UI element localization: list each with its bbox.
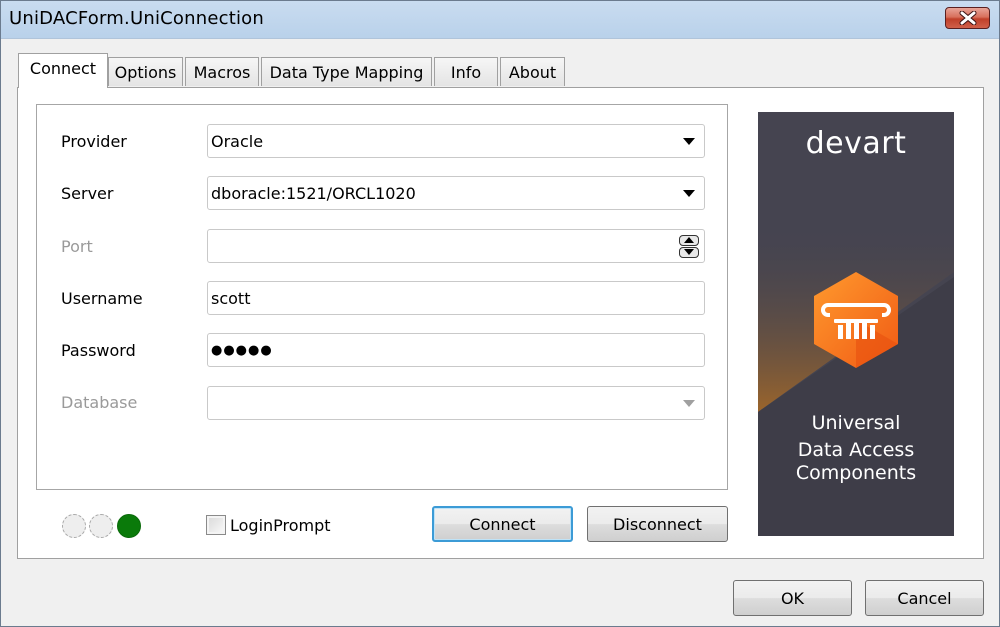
tab-macros[interactable]: Macros	[185, 57, 259, 86]
connection-settings-group: Provider Oracle Server dboracle:1521/ORC…	[36, 104, 728, 490]
close-button[interactable]	[945, 7, 990, 29]
tab-label: Options	[114, 62, 177, 82]
server-label: Server	[61, 184, 114, 203]
arrow-up-icon	[684, 237, 694, 243]
server-value: dboracle:1521/ORCL1020	[211, 183, 416, 203]
tab-connect[interactable]: Connect	[18, 53, 108, 88]
cancel-button[interactable]: Cancel	[865, 580, 984, 616]
username-value: scott	[211, 288, 251, 308]
server-dropdown-button[interactable]	[674, 177, 704, 209]
spin-up-button[interactable]	[679, 234, 699, 246]
password-input[interactable]: ●●●●●	[207, 333, 705, 367]
port-spin-edit[interactable]	[207, 229, 705, 263]
tab-label: Data Type Mapping	[269, 62, 424, 82]
spin-down-button[interactable]	[679, 246, 699, 258]
banner-line-2: Data Access	[797, 439, 915, 461]
chevron-down-icon	[683, 399, 695, 407]
status-indicator-2	[89, 514, 113, 538]
username-input[interactable]: scott	[207, 281, 705, 315]
password-label: Password	[61, 341, 136, 360]
chevron-down-icon	[683, 137, 695, 145]
banner-line-1: Universal	[811, 412, 901, 434]
login-prompt-label: LoginPrompt	[230, 515, 331, 535]
password-value: ●●●●●	[211, 342, 273, 358]
server-combobox[interactable]: dboracle:1521/ORCL1020	[207, 176, 705, 210]
provider-label: Provider	[61, 132, 127, 151]
window-title: UniDACForm.UniConnection	[9, 8, 264, 29]
arrow-down-icon	[684, 249, 694, 255]
connect-tab-page: Provider Oracle Server dboracle:1521/ORC…	[17, 87, 984, 559]
tab-info[interactable]: Info	[434, 57, 498, 86]
port-spinner[interactable]	[674, 234, 704, 258]
connect-button[interactable]: Connect	[432, 506, 573, 542]
login-prompt-option[interactable]: LoginPrompt	[206, 515, 331, 535]
tab-about[interactable]: About	[500, 57, 565, 86]
tab-label: Macros	[193, 62, 251, 82]
banner-line-3: Components	[795, 462, 917, 484]
title-bar[interactable]: UniDACForm.UniConnection	[1, 1, 999, 39]
ok-button[interactable]: OK	[733, 580, 852, 616]
username-label: Username	[61, 289, 143, 308]
chevron-down-icon	[683, 189, 695, 197]
tab-options[interactable]: Options	[108, 57, 183, 86]
provider-value: Oracle	[211, 131, 264, 151]
database-combobox[interactable]	[207, 386, 705, 420]
tab-data-type-mapping[interactable]: Data Type Mapping	[261, 57, 432, 86]
login-prompt-checkbox[interactable]	[206, 515, 226, 535]
tab-label: Connect	[29, 58, 97, 78]
provider-combobox[interactable]: Oracle	[207, 124, 705, 158]
devart-logo: devart	[805, 126, 907, 161]
database-dropdown-button[interactable]	[674, 387, 704, 419]
status-indicator-1	[62, 514, 86, 538]
tab-label: Info	[450, 62, 482, 82]
devart-banner: devart Universal Data Access Components	[758, 112, 954, 536]
database-label: Database	[61, 393, 138, 412]
tab-label: About	[508, 62, 557, 82]
dialog-window: UniDACForm.UniConnection Connect Options…	[0, 0, 1000, 627]
provider-dropdown-button[interactable]	[674, 125, 704, 157]
disconnect-button[interactable]: Disconnect	[587, 506, 728, 542]
port-label: Port	[61, 237, 93, 256]
close-icon	[959, 11, 976, 25]
status-indicator-3	[117, 514, 141, 538]
